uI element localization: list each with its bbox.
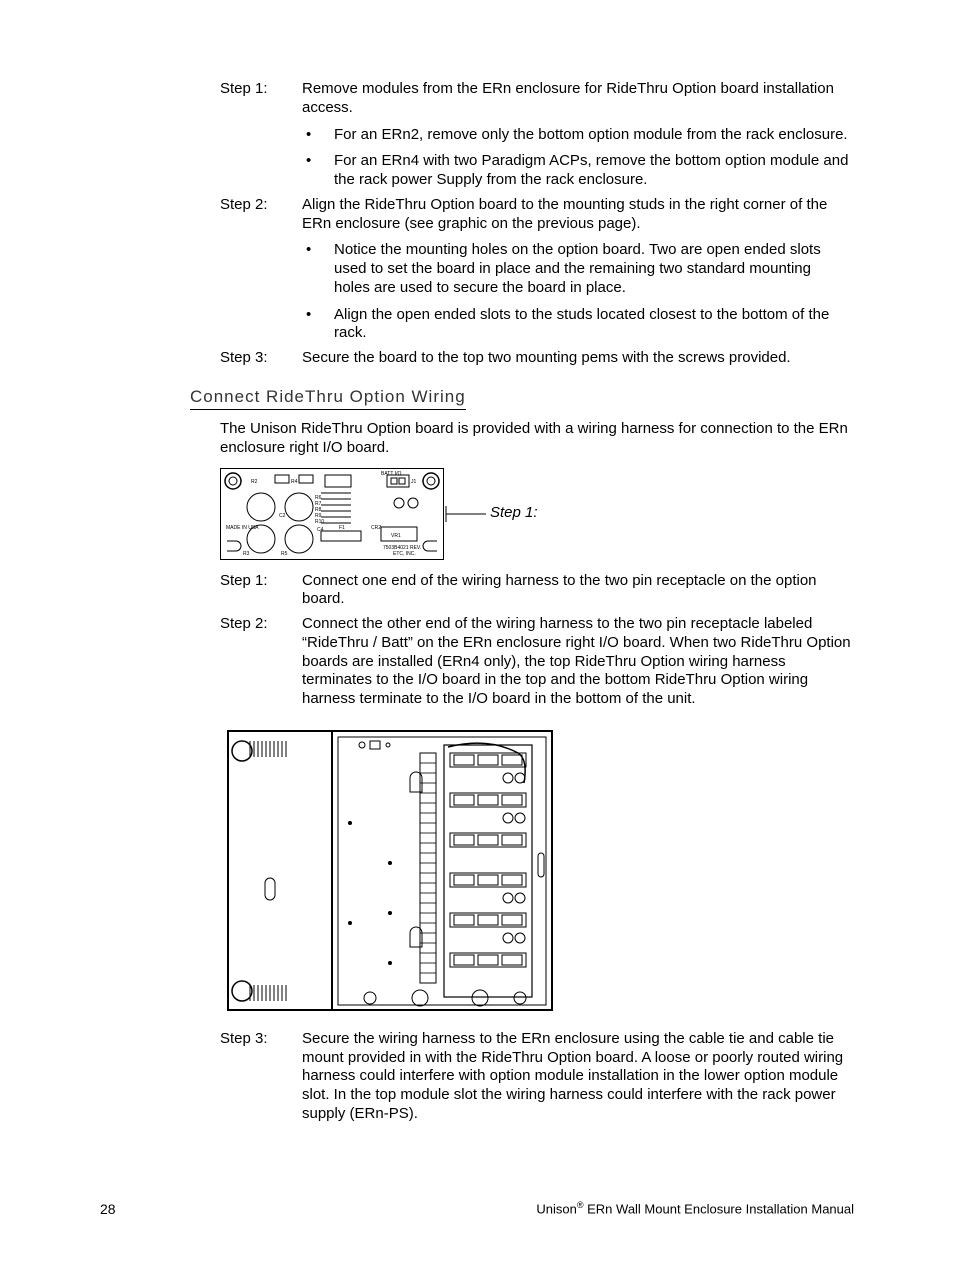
svg-text:R3: R3 — [243, 551, 250, 557]
svg-text:VR1: VR1 — [391, 533, 401, 539]
callout-bracket — [444, 504, 490, 524]
option-board-figure-row: MADE IN USA 7503B4021 REV. ETC, INC. J1 … — [220, 468, 854, 560]
board-label-etc: ETC, INC. — [393, 551, 416, 557]
bullet-text: Notice the mounting holes on the option … — [334, 241, 850, 297]
svg-text:F1: F1 — [339, 525, 345, 531]
step-text: Connect one end of the wiring harness to… — [302, 572, 854, 610]
step-text: Connect the other end of the wiring harn… — [302, 615, 854, 709]
board-label-batt: BATT I/O — [381, 471, 401, 477]
step-text: Secure the wiring harness to the ERn enc… — [302, 1030, 854, 1124]
step-row: Step 3: Secure the wiring harness to the… — [220, 1030, 854, 1124]
bullet-mark: • — [302, 126, 334, 145]
step-label: Step 2: — [220, 196, 302, 215]
section-heading: Connect RideThru Option Wiring — [190, 386, 466, 410]
step-label: Step 1: — [220, 572, 302, 591]
step-text: Remove modules from the ERn enclosure fo… — [302, 80, 854, 118]
svg-text:R2: R2 — [251, 479, 258, 485]
bullet-text: For an ERn4 with two Paradigm ACPs, remo… — [334, 152, 850, 190]
footer-title: Unison® ERn Wall Mount Enclosure Install… — [536, 1200, 854, 1218]
svg-text:R5: R5 — [281, 551, 288, 557]
intro-paragraph: The Unison RideThru Option board is prov… — [220, 420, 850, 458]
board-label-j1: J1 — [411, 479, 417, 485]
step-row: Step 2: Align the RideThru Option board … — [220, 196, 854, 234]
step-row: Step 3: Secure the board to the top two … — [220, 349, 854, 368]
page-number: 28 — [100, 1201, 116, 1219]
figure-callout-label: Step 1: — [490, 504, 538, 523]
svg-text:CR2: CR2 — [371, 525, 381, 531]
svg-text:C4: C4 — [317, 527, 324, 533]
step-label: Step 3: — [220, 1030, 302, 1049]
step-text: Secure the board to the top two mounting… — [302, 349, 854, 368]
bullet-text: For an ERn2, remove only the bottom opti… — [334, 126, 850, 145]
step-row: Step 2: Connect the other end of the wir… — [220, 615, 854, 709]
page: Step 1: Remove modules from the ERn encl… — [0, 0, 954, 1272]
option-board-diagram: MADE IN USA 7503B4021 REV. ETC, INC. J1 … — [220, 468, 444, 560]
bullet-mark: • — [302, 306, 334, 325]
bullet-item: • Notice the mounting holes on the optio… — [302, 241, 850, 297]
step-row: Step 1: Connect one end of the wiring ha… — [220, 572, 854, 610]
bullet-text: Align the open ended slots to the studs … — [334, 306, 850, 344]
bullet-item: • For an ERn4 with two Paradigm ACPs, re… — [302, 152, 850, 190]
bullet-item: • Align the open ended slots to the stud… — [302, 306, 850, 344]
svg-text:R10: R10 — [315, 519, 324, 525]
svg-text:C2: C2 — [279, 513, 286, 519]
bullet-mark: • — [302, 152, 334, 171]
bullet-mark: • — [302, 241, 334, 260]
step-label: Step 3: — [220, 349, 302, 368]
step-label: Step 1: — [220, 80, 302, 99]
step-row: Step 1: Remove modules from the ERn encl… — [220, 80, 854, 118]
board-label-made-in: MADE IN USA — [226, 525, 259, 531]
step-label: Step 2: — [220, 615, 302, 634]
enclosure-diagram — [220, 723, 560, 1018]
registered-mark: ® — [577, 1200, 584, 1210]
bullet-item: • For an ERn2, remove only the bottom op… — [302, 126, 850, 145]
svg-text:R4: R4 — [291, 479, 298, 485]
step-text: Align the RideThru Option board to the m… — [302, 196, 854, 234]
page-footer: 28 Unison® ERn Wall Mount Enclosure Inst… — [100, 1200, 854, 1218]
